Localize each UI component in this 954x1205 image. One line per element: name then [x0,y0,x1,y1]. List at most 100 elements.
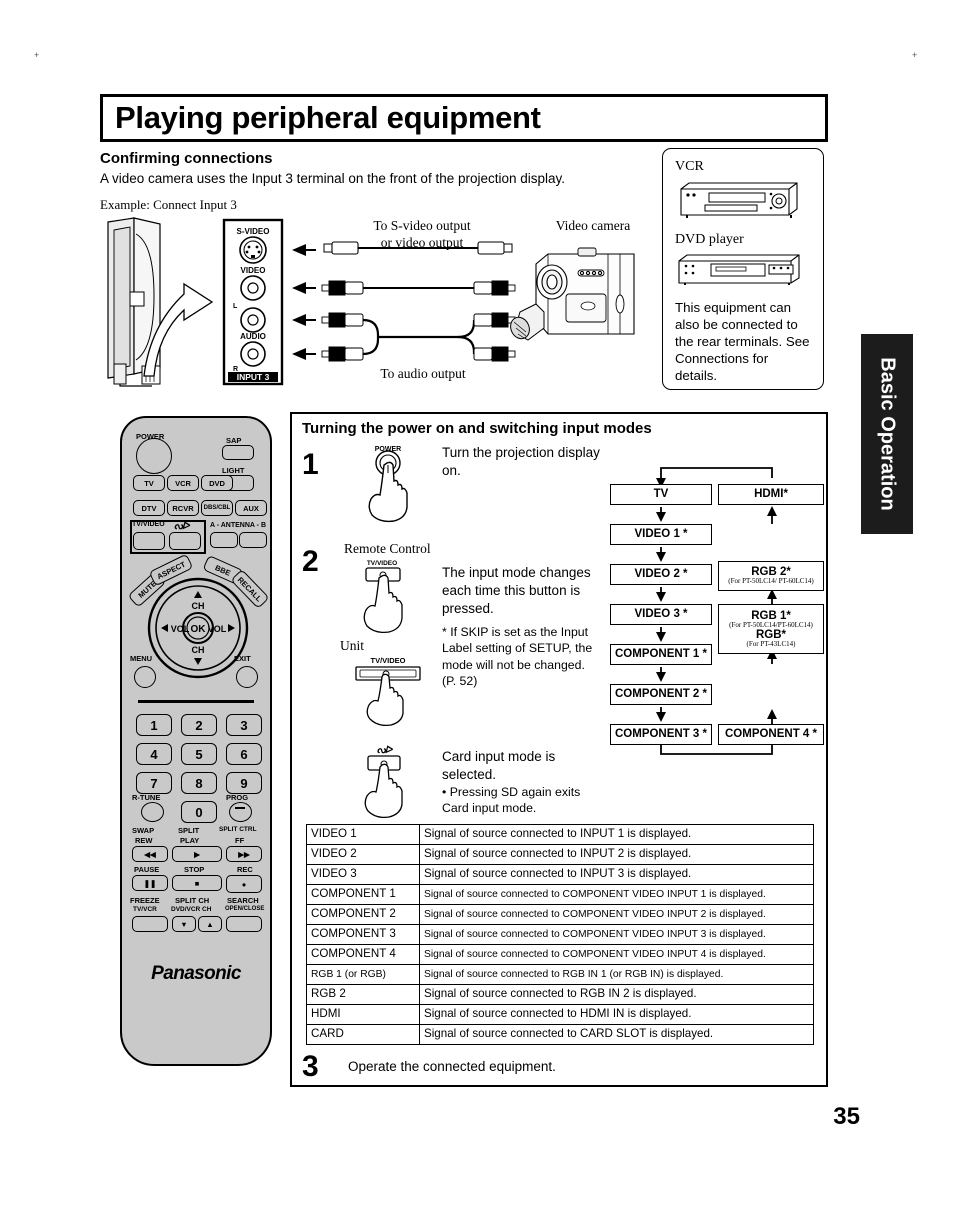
crop-mark-tl: + [34,50,40,60]
table-cell-mode: COMPONENT 4 [306,944,420,965]
prog-button[interactable] [229,802,252,822]
aux-button[interactable]: AUX [235,500,267,516]
step-2-text: The input mode changes each time this bu… [442,565,591,616]
svg-text:VOL: VOL [208,624,227,634]
antenna-a-button[interactable] [210,532,238,548]
remote-tvvideo-label: TV/VIDEO [132,521,165,528]
freeze-button[interactable] [132,916,168,932]
num-4-button[interactable]: 4 [136,743,172,765]
table-row: RGB 2 Signal of source connected to RGB I… [306,984,814,1005]
table-cell-description: Signal of source connected to INPUT 2 is… [419,844,814,865]
r-tune-button[interactable] [141,802,164,822]
num-0-button[interactable]: 0 [181,801,217,823]
manual-page: + + Playing peripheral equipment Confirm… [0,0,954,1205]
remote-splitch-label: SPLIT CH [175,896,210,905]
input-mode-flowchart: TV VIDEO 1 * VIDEO 2 * VIDEO 3 * COMPONE… [604,466,828,756]
num-9-button[interactable]: 9 [226,772,262,794]
split-ch-down-button[interactable]: ▼ [172,916,196,932]
flow-box-video3: VIDEO 3 * [610,604,712,625]
step-1-text: Turn the projection display on. [442,445,600,478]
remote-play-label: PLAY [180,836,200,845]
tv-button[interactable]: TV [133,475,165,491]
menu-button[interactable] [134,666,156,688]
remote-freeze-label: FREEZE [130,896,160,905]
dtv-button[interactable]: DTV [133,500,165,516]
panasonic-brand-label: Panasonic [151,963,241,984]
num-1-button[interactable]: 1 [136,714,172,736]
step-2-number: 2 [302,545,319,578]
stop-button[interactable]: ■ [172,875,222,891]
vcr-illustration [680,182,798,218]
exit-button[interactable] [236,666,258,688]
side-tab-label: Basic Operation [876,357,899,511]
fast-forward-button[interactable]: ▶▶ [226,846,262,862]
svg-text:INPUT 3: INPUT 3 [237,372,270,382]
table-row: VIDEO 2 Signal of source connected to INP… [306,844,814,865]
section-heading-confirming-connections: Confirming connections [100,150,273,167]
record-button[interactable]: ● [226,875,262,893]
flow-box-rgb2: RGB 2* (For PT-50LC14/ PT-60LC14) [718,561,824,591]
table-cell-description: Signal of source connected to INPUT 3 is… [419,864,814,885]
antenna-b-button[interactable] [239,532,267,548]
vcr-label: VCR [675,159,704,174]
table-cell-description: Signal of source connected to COMPONENT … [419,904,814,925]
table-cell-description: Signal of source connected to COMPONENT … [419,924,814,945]
vcr-button[interactable]: VCR [167,475,199,491]
table-cell-description: Signal of source connected to RGB IN 2 i… [419,984,814,1005]
flow-box-hdmi: HDMI* [718,484,824,505]
input3-panel: S-VIDEO VIDEO L AUDIO R INPUT 3 [222,218,284,386]
step-sd-note: • Pressing SD again exits Card input mod… [442,785,581,816]
section-heading-turning-power-on: Turning the power on and switching input… [302,420,652,437]
remote-sap-label: SAP [226,436,242,445]
navigation-ring[interactable]: OK CH CH VOL VOL [138,573,258,683]
table-cell-mode: RGB 2 [306,984,420,1005]
remote-search-sub-label: OPEN/CLOSE [225,906,265,912]
page-title: Playing peripheral equipment [115,100,541,135]
split-ch-up-button[interactable]: ▲ [198,916,222,932]
step-2-unit-label: Unit [340,638,365,653]
remote-prog-label: PROG [226,793,249,802]
table-row: VIDEO 1 Signal of source connected to INP… [306,824,814,845]
flow-box-component1: COMPONENT 1 * [610,644,712,665]
remote-control: POWER SAP LIGHT TV VCR DVD DTV RCVR DBS/… [120,416,272,1066]
flow-box-tv: TV [610,484,712,505]
sd-button[interactable] [169,532,201,550]
table-cell-mode: COMPONENT 3 [306,924,420,945]
search-button[interactable] [226,916,262,932]
dvd-button[interactable]: DVD [201,475,233,491]
dbs-cbl-button[interactable]: DBS/CBL [201,500,233,516]
num-2-button[interactable]: 2 [181,714,217,736]
cable-label-svideo: To S-video output [373,218,471,233]
table-cell-description: Signal of source connected to INPUT 1 is… [419,824,814,845]
remote-stop-label: STOP [184,865,205,874]
flow-box-component3: COMPONENT 3 * [610,724,712,745]
sap-button[interactable] [222,445,254,460]
flow-box-component4: COMPONENT 4 * [718,724,824,745]
equipment-note-text: This equipment can also be connected to … [675,300,810,384]
table-cell-description: Signal of source connected to CARD SLOT … [419,1024,814,1045]
num-3-button[interactable]: 3 [226,714,262,736]
num-7-button[interactable]: 7 [136,772,172,794]
remote-rew-label: REW [135,836,153,845]
rcvr-button[interactable]: RCVR [167,500,199,516]
pause-button[interactable]: ❚❚ [132,875,168,891]
play-button[interactable]: ▶ [172,846,222,862]
step-2-remote-label: Remote Control [344,541,431,556]
flow-box-component2: COMPONENT 2 * [610,684,712,705]
power-button[interactable] [136,438,172,474]
dvd-illustration [678,254,800,285]
table-cell-description: Signal of source connected to COMPONENT … [419,884,814,905]
svg-text:CH: CH [192,601,205,611]
tv-video-button[interactable] [133,532,165,550]
num-5-button[interactable]: 5 [181,743,217,765]
rewind-button[interactable]: ◀◀ [132,846,168,862]
svg-text:OK: OK [191,624,207,635]
num-8-button[interactable]: 8 [181,772,217,794]
table-row: COMPONENT 4 Signal of source connected to… [306,944,814,965]
connection-illustration: S-VIDEO VIDEO L AUDIO R INPUT 3 To S-vid… [100,216,660,391]
sd-icon: ᔓᐅ [174,521,190,532]
crop-mark-tr: + [912,50,918,60]
table-row: RGB 1 (or RGB) Signal of source connected… [306,964,814,985]
num-6-button[interactable]: 6 [226,743,262,765]
table-cell-description: Signal of source connected to HDMI IN is… [419,1004,814,1025]
